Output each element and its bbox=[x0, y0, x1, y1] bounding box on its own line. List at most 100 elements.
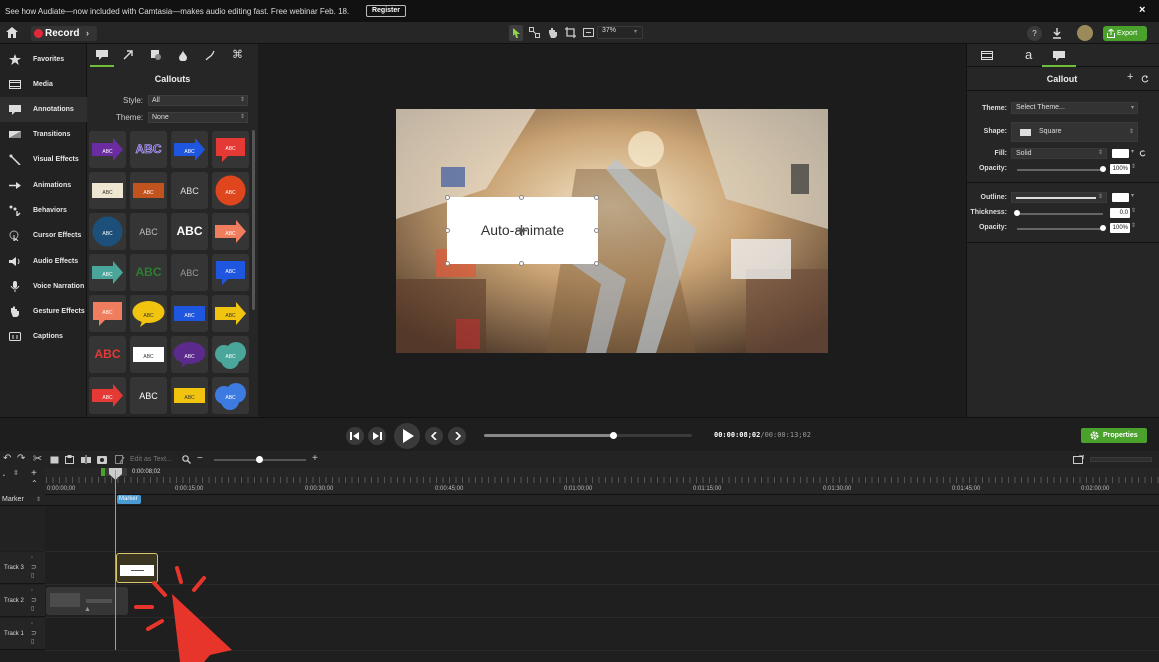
callout-style-19[interactable]: ABC bbox=[171, 295, 208, 332]
play-button[interactable] bbox=[394, 423, 420, 449]
collapse-icon[interactable]: • bbox=[3, 473, 5, 479]
sidebar-item-voice-narration[interactable]: Voice Narration bbox=[0, 274, 87, 299]
edit-as-text-label[interactable]: Edit as Text... bbox=[130, 456, 172, 463]
timeline-ruler[interactable]: • ⇳ + ⌃ 0:00:08;02 0:00:00;00 0:00:15;00 0… bbox=[0, 468, 1159, 495]
select-tool-button[interactable] bbox=[509, 25, 523, 41]
avatar[interactable] bbox=[1077, 25, 1093, 41]
callout-style-27[interactable]: ABC bbox=[171, 377, 208, 414]
export-button[interactable]: Export bbox=[1103, 26, 1147, 41]
zoom-in-icon[interactable]: + bbox=[312, 453, 318, 464]
track-height-icon[interactable]: ⇳ bbox=[13, 469, 19, 477]
audio-toggle-icon[interactable]: ⊃ bbox=[31, 629, 37, 637]
register-button[interactable]: Register bbox=[366, 5, 406, 17]
timeline-zoom-knob[interactable] bbox=[256, 456, 263, 463]
callout-style-21[interactable]: ABC bbox=[89, 336, 126, 373]
resize-handle-bl[interactable] bbox=[445, 261, 450, 266]
tab-arrows[interactable] bbox=[117, 44, 141, 67]
callout-style-9[interactable]: ABC bbox=[89, 213, 126, 250]
track-header-1[interactable]: Track 1 ◦ ⊃ ▯ bbox=[0, 618, 45, 650]
sidebar-item-annotations[interactable]: Annotations bbox=[0, 97, 87, 122]
callout-style-25[interactable]: ABC bbox=[89, 377, 126, 414]
undo-icon[interactable]: ↶ bbox=[3, 453, 11, 464]
track-header-3[interactable]: Track 3 ◦ ⊃ ▯ bbox=[0, 552, 45, 584]
tab-blur[interactable] bbox=[171, 44, 195, 67]
sidebar-item-gesture-effects[interactable]: Gesture Effects bbox=[0, 299, 87, 324]
edit-text-icon[interactable] bbox=[115, 455, 125, 464]
resize-handle-tc[interactable] bbox=[519, 195, 524, 200]
callout-style-12[interactable]: ABC bbox=[212, 213, 249, 250]
callout-style-17[interactable]: ABC bbox=[89, 295, 126, 332]
audio-toggle-icon[interactable]: ⊃ bbox=[31, 596, 37, 604]
sidebar-item-behaviors[interactable]: Behaviors bbox=[0, 198, 87, 223]
callout-style-22[interactable]: ABC bbox=[130, 336, 167, 373]
redo-icon[interactable]: ↷ bbox=[17, 453, 25, 464]
resize-handle-tl[interactable] bbox=[445, 195, 450, 200]
marker-chip[interactable]: Marker bbox=[117, 495, 141, 504]
add-icon[interactable]: + bbox=[1127, 71, 1133, 83]
cut-icon[interactable]: ✂ bbox=[33, 452, 42, 465]
thickness-slider[interactable] bbox=[1017, 213, 1103, 215]
tab-shapes[interactable] bbox=[144, 44, 168, 67]
tab-keystroke[interactable]: ⌘ bbox=[225, 44, 249, 67]
thickness-slider-knob[interactable] bbox=[1014, 210, 1020, 216]
callout-style-8[interactable]: ABC bbox=[212, 172, 249, 209]
chevron-down-icon[interactable]: ▾ bbox=[1131, 148, 1134, 155]
updown-icon[interactable]: ⇕ bbox=[36, 496, 41, 503]
prop-theme-select[interactable]: Select Theme... ▾ bbox=[1011, 102, 1138, 114]
sidebar-item-transitions[interactable]: Transitions bbox=[0, 122, 87, 147]
callout-style-15[interactable]: ABC bbox=[171, 254, 208, 291]
callout-style-13[interactable]: ABC bbox=[89, 254, 126, 291]
callout-style-23[interactable]: ABC bbox=[171, 336, 208, 373]
zoom-out-icon[interactable]: − bbox=[197, 453, 203, 464]
properties-button[interactable]: Properties bbox=[1081, 428, 1147, 443]
theme-select[interactable]: None ⇕ bbox=[148, 112, 248, 123]
sidebar-item-visual-effects[interactable]: Visual Effects bbox=[0, 147, 87, 172]
resize-handle-mr[interactable] bbox=[594, 228, 599, 233]
outline-style-select[interactable]: ⇕ bbox=[1011, 192, 1107, 203]
style-select[interactable]: All ⇕ bbox=[148, 95, 248, 106]
snapshot-icon[interactable] bbox=[97, 455, 107, 464]
resize-handle-br[interactable] bbox=[594, 261, 599, 266]
close-promo-icon[interactable]: × bbox=[1139, 4, 1145, 16]
detach-timeline-icon[interactable] bbox=[1073, 455, 1084, 464]
lock-icon[interactable]: ▯ bbox=[31, 638, 34, 645]
callout-style-7[interactable]: ABC bbox=[171, 172, 208, 209]
fill-color-swatch[interactable] bbox=[1112, 149, 1129, 158]
callout-style-11[interactable]: ABC bbox=[171, 213, 208, 250]
stepper-icon[interactable]: ⇕ bbox=[1131, 207, 1136, 214]
chevron-up-icon[interactable]: ⌃ bbox=[31, 479, 38, 488]
callout-style-10[interactable]: ABC bbox=[130, 213, 167, 250]
stepper-icon[interactable]: ⇕ bbox=[1131, 222, 1136, 229]
record-button[interactable]: Record › bbox=[31, 26, 97, 41]
tab-callouts[interactable] bbox=[90, 44, 114, 67]
next-button[interactable] bbox=[448, 427, 466, 445]
eye-icon[interactable]: ◦ bbox=[31, 555, 33, 561]
download-icon[interactable] bbox=[1051, 27, 1063, 39]
callout-style-1[interactable]: ABC bbox=[89, 131, 126, 168]
outline-opacity-slider[interactable] bbox=[1017, 228, 1103, 230]
sidebar-item-cursor-effects[interactable]: Cursor Effects bbox=[0, 223, 87, 248]
crop-icon[interactable] bbox=[565, 27, 576, 38]
resize-handle-ml[interactable] bbox=[445, 228, 450, 233]
sidebar-item-audio-effects[interactable]: Audio Effects bbox=[0, 249, 87, 274]
copy-icon[interactable] bbox=[50, 456, 59, 464]
eye-icon[interactable]: ◦ bbox=[31, 588, 33, 594]
in-point-marker[interactable] bbox=[101, 468, 105, 476]
callout-style-4[interactable]: ABC bbox=[212, 131, 249, 168]
opacity-slider[interactable] bbox=[1017, 169, 1103, 171]
sidebar-item-media[interactable]: Media bbox=[0, 72, 87, 97]
tab-callout-properties[interactable] bbox=[1042, 44, 1076, 67]
lock-icon[interactable]: ▯ bbox=[31, 572, 34, 579]
eye-icon[interactable]: ◦ bbox=[31, 621, 33, 627]
outline-opacity-slider-knob[interactable] bbox=[1100, 225, 1106, 231]
prop-fill-select[interactable]: Solid ⇕ bbox=[1011, 148, 1107, 159]
opacity-slider-knob[interactable] bbox=[1100, 166, 1106, 172]
text-properties-icon[interactable]: a bbox=[1025, 47, 1032, 62]
callout-style-18[interactable]: ABC bbox=[130, 295, 167, 332]
tab-visual-properties[interactable] bbox=[977, 44, 999, 67]
step-back-button[interactable] bbox=[346, 427, 364, 445]
multi-select-icon[interactable] bbox=[529, 27, 540, 38]
step-forward-button[interactable] bbox=[368, 427, 386, 445]
scrub-knob[interactable] bbox=[609, 432, 617, 439]
thickness-value[interactable]: 0.0 bbox=[1110, 208, 1130, 218]
